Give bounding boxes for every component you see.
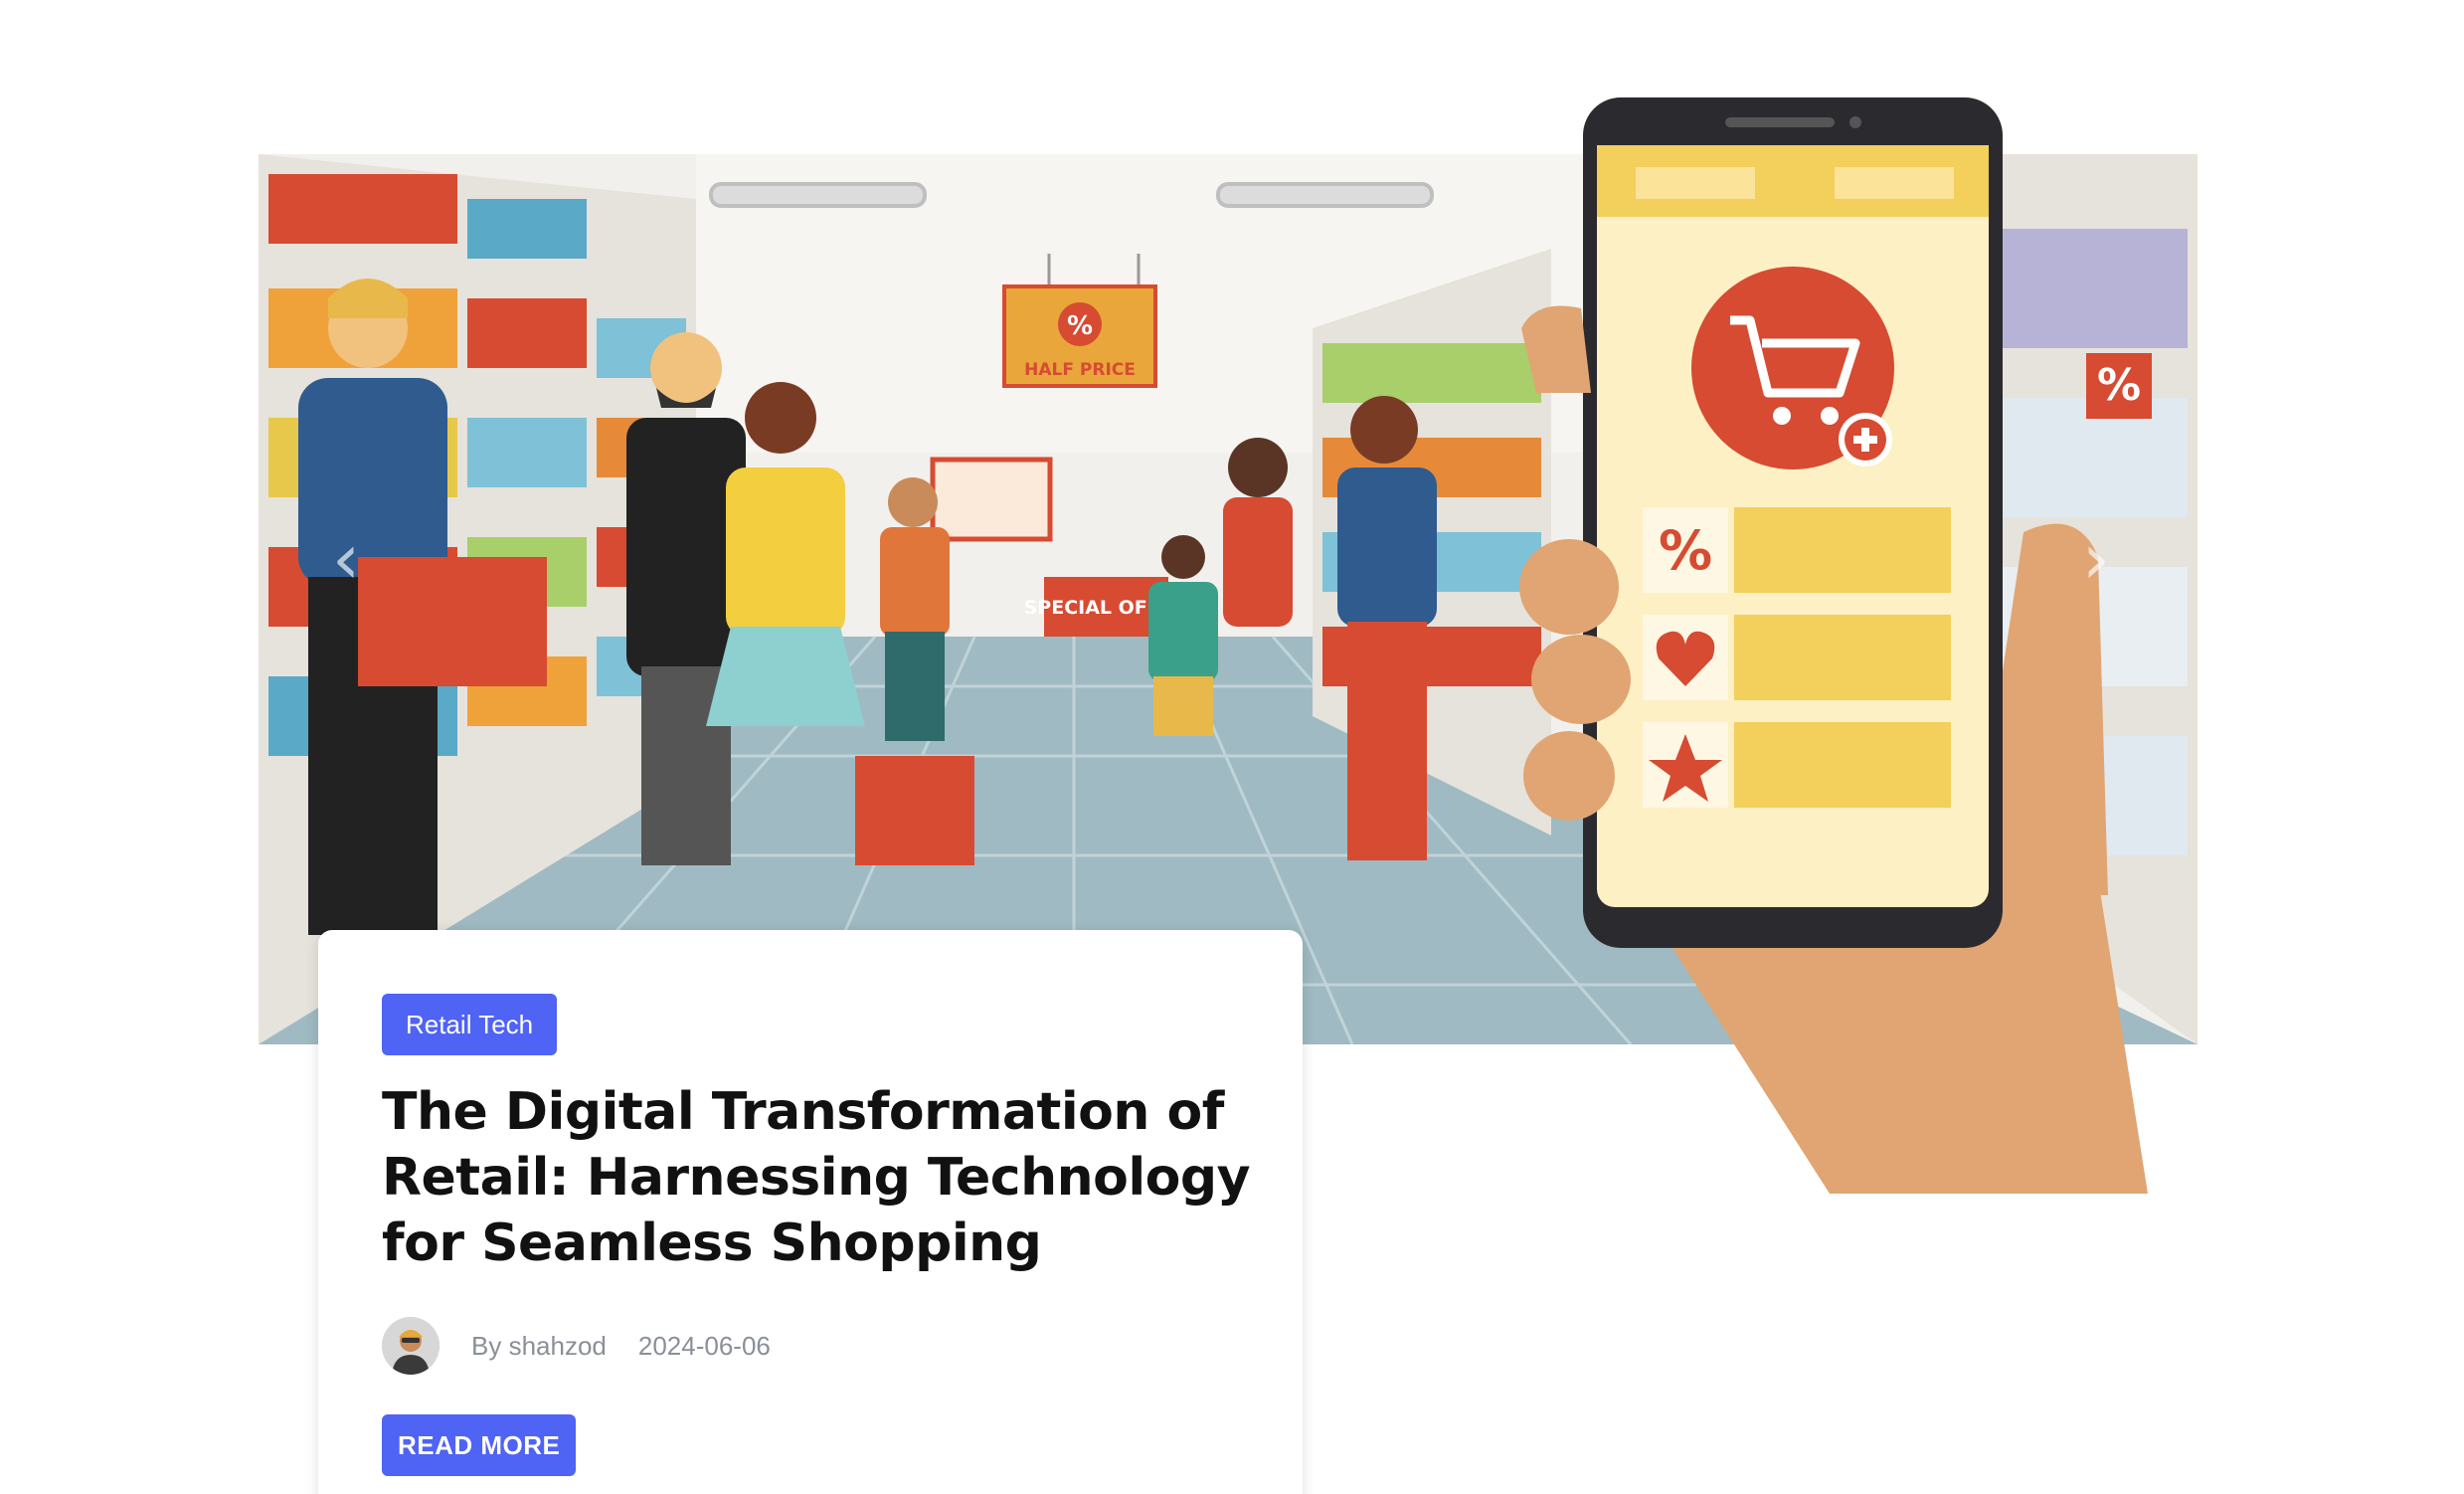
author-avatar[interactable] (382, 1317, 440, 1375)
category-badge[interactable]: Retail Tech (382, 994, 558, 1055)
svg-text:HALF PRICE: HALF PRICE (1024, 360, 1136, 380)
slider-next-button[interactable]: › (2066, 519, 2126, 599)
svg-text:%: % (1067, 311, 1093, 341)
chevron-right-icon: › (2082, 518, 2110, 600)
post-card: Retail Tech The Digital Transformation o… (318, 930, 1303, 1494)
chevron-left-icon: ‹ (332, 518, 360, 600)
page: % % HALF PRICE SPECIAL OFFER % ‹ › Retai… (0, 0, 2464, 1494)
read-more-button[interactable]: READ MORE (382, 1414, 577, 1476)
post-meta: By shahzod 2024-06-06 (382, 1316, 771, 1376)
author-name[interactable]: By shahzod (471, 1331, 607, 1362)
avatar-image (382, 1317, 440, 1375)
slider-prev-button[interactable]: ‹ (316, 519, 376, 599)
post-title[interactable]: The Digital Transformation of Retail: Ha… (382, 1079, 1257, 1276)
post-date: 2024-06-06 (637, 1330, 771, 1361)
svg-text:%: % (1659, 519, 1712, 582)
svg-text:%: % (2097, 360, 2141, 411)
